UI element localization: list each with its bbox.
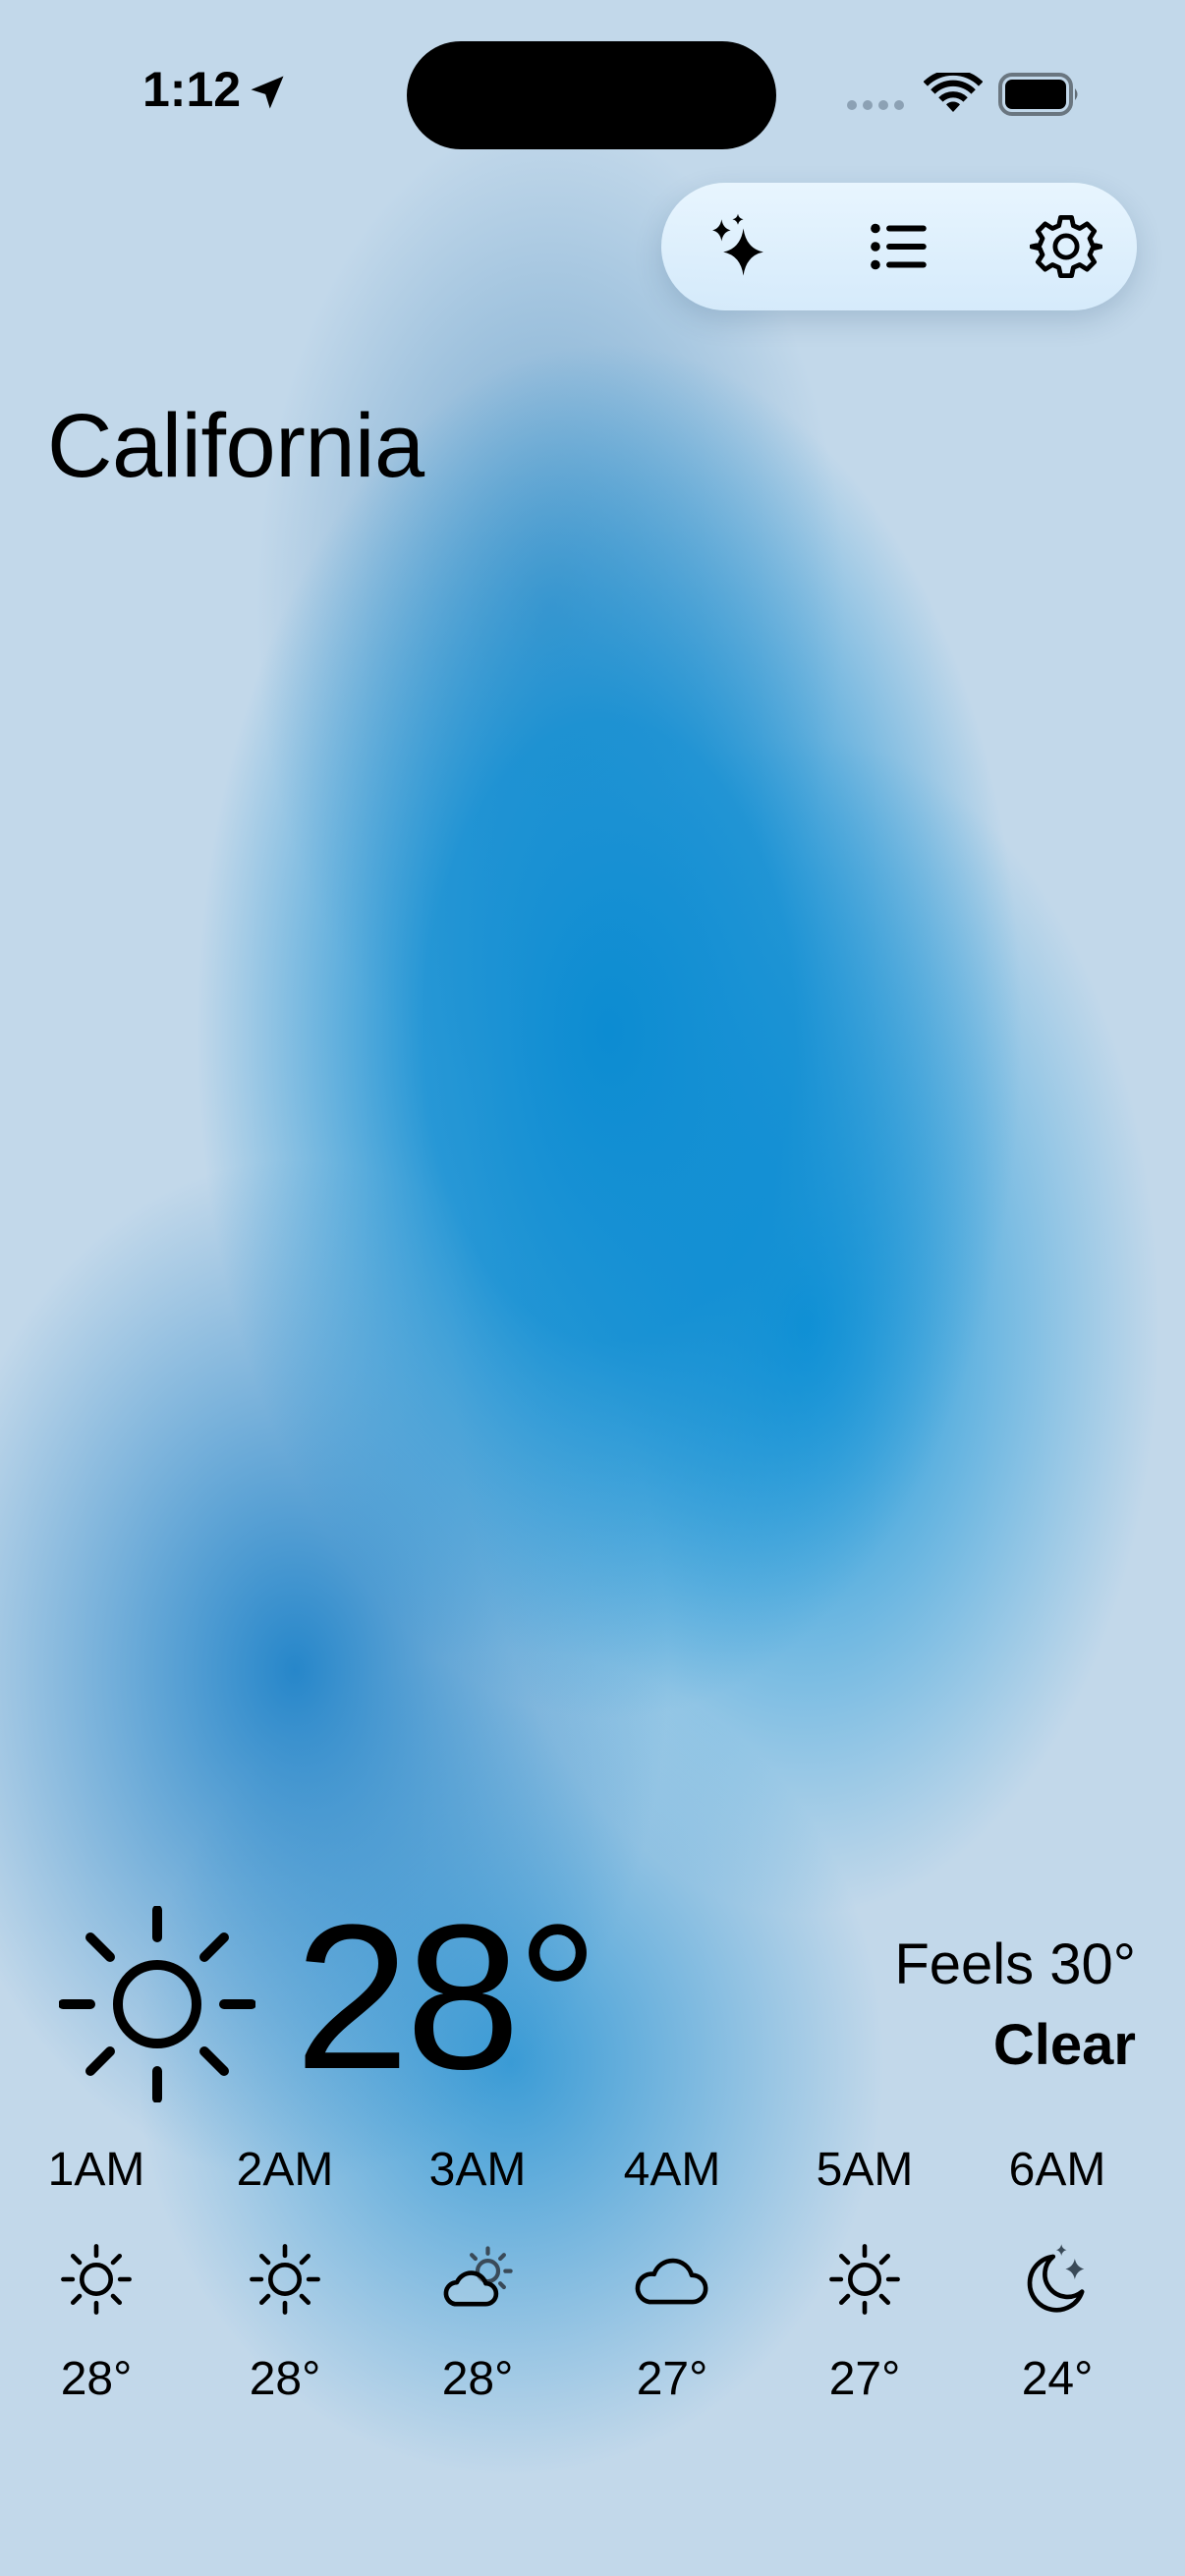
settings-button[interactable] bbox=[1025, 205, 1107, 288]
hourly-forecast: 1AM 28° 2AM 28° 3AM 28° 4AM 27° 5AM 27° … bbox=[0, 2132, 1185, 2446]
hour-time: 3AM bbox=[428, 2144, 527, 2196]
cloud-icon bbox=[635, 2258, 708, 2305]
cloud-sun-icon bbox=[443, 2246, 513, 2307]
hourly-item: 6AM 24° bbox=[961, 2132, 1154, 2406]
hourly-item: 3AM 28° bbox=[381, 2132, 574, 2406]
cellular-signal-icon bbox=[847, 100, 904, 110]
hour-time: 6AM bbox=[1008, 2144, 1106, 2196]
sun-icon bbox=[59, 1906, 255, 2102]
hour-temperature: 28° bbox=[441, 2353, 514, 2405]
hour-temperature: 27° bbox=[828, 2353, 901, 2405]
hourly-item: 1AM 28° bbox=[0, 2132, 193, 2406]
hour-time: 1AM bbox=[47, 2144, 145, 2196]
hourly-item: 2AM 28° bbox=[189, 2132, 381, 2406]
hour-time: 4AM bbox=[623, 2144, 721, 2196]
hour-temperature: 24° bbox=[1021, 2353, 1094, 2405]
sparkles-icon bbox=[712, 213, 763, 276]
gear-icon bbox=[1030, 214, 1102, 279]
sun-icon bbox=[829, 2244, 900, 2315]
toolbar bbox=[661, 183, 1137, 310]
hour-temperature: 27° bbox=[636, 2353, 708, 2405]
battery-icon bbox=[998, 73, 1078, 116]
hour-time: 2AM bbox=[236, 2144, 334, 2196]
sun-icon bbox=[61, 2244, 132, 2315]
list-button[interactable] bbox=[858, 205, 940, 288]
feels-like-label: Feels 30° bbox=[894, 1932, 1136, 1996]
sparkles-button[interactable] bbox=[697, 205, 779, 288]
list-icon bbox=[871, 223, 927, 270]
moon-stars-icon bbox=[1027, 2244, 1085, 2313]
hour-temperature: 28° bbox=[249, 2353, 321, 2405]
condition-label: Clear bbox=[992, 2013, 1136, 2077]
status-time: 1:12 bbox=[142, 62, 242, 117]
hour-time: 5AM bbox=[816, 2144, 914, 2196]
dynamic-island bbox=[407, 41, 776, 149]
location-arrow-icon bbox=[251, 76, 284, 109]
hourly-item: 4AM 27° bbox=[576, 2132, 768, 2406]
location-title: California bbox=[47, 396, 424, 496]
hourly-item: 5AM 27° bbox=[768, 2132, 961, 2406]
current-temperature: 28° bbox=[295, 1881, 599, 2112]
wifi-icon bbox=[924, 73, 983, 112]
sun-icon bbox=[250, 2244, 320, 2315]
hour-temperature: 28° bbox=[60, 2353, 133, 2405]
